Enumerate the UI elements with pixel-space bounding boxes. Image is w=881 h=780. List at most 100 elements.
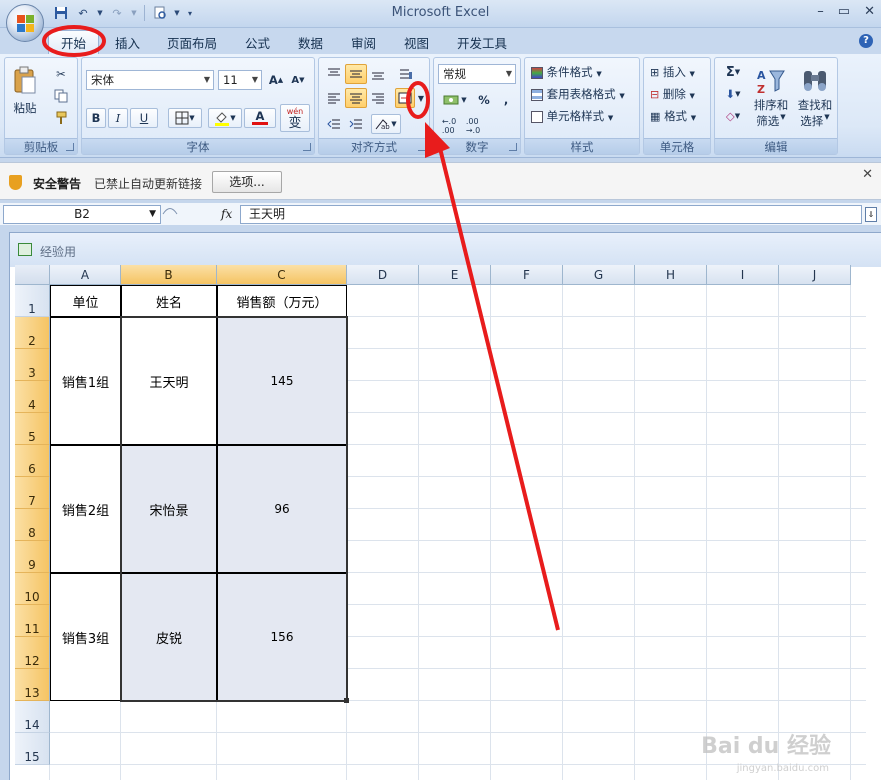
font-size-combo[interactable]: 11 ▼	[218, 70, 262, 90]
decrease-font-icon[interactable]: A ▼	[288, 70, 308, 90]
format-as-table-button[interactable]: 套用表格格式 ▼	[531, 86, 625, 102]
decrease-decimal-icon[interactable]: .00 →.0	[462, 116, 484, 136]
currency-button[interactable]: ▼	[438, 90, 472, 110]
name-box[interactable]: B2 ▼	[3, 205, 161, 224]
header-cell[interactable]: 姓名	[121, 285, 217, 317]
name-cell[interactable]: 宋怡景	[121, 445, 217, 573]
tab-data[interactable]: 数据	[298, 33, 323, 52]
office-button[interactable]	[6, 4, 44, 42]
row-header-15[interactable]: 15	[15, 733, 50, 765]
cut-icon[interactable]: ✂	[51, 64, 71, 84]
fill-color-button[interactable]: ▼	[208, 108, 242, 128]
font-name-combo[interactable]: 宋体 ▼	[86, 70, 214, 90]
unit-cell[interactable]: 销售3组	[50, 573, 121, 701]
sales-cell[interactable]: 96	[217, 445, 347, 573]
name-cell[interactable]: 皮锐	[121, 573, 217, 701]
comma-button[interactable]: ,	[496, 90, 516, 110]
borders-button[interactable]: ▼	[168, 108, 202, 128]
merge-dropdown-icon[interactable]: ▼	[415, 88, 427, 108]
cell-styles-button[interactable]: 单元格样式 ▼	[531, 108, 613, 124]
row-header-4[interactable]: 4	[15, 381, 50, 413]
align-middle-icon[interactable]	[345, 64, 367, 84]
fill-button[interactable]: ⬇ ▼	[719, 84, 747, 104]
row-header-8[interactable]: 8	[15, 509, 50, 541]
row-header-12[interactable]: 12	[15, 637, 50, 669]
paste-button[interactable]: 粘贴	[9, 62, 41, 120]
tab-developer[interactable]: 开发工具	[457, 33, 507, 52]
expand-formula-icon[interactable]: ⇓	[865, 207, 877, 222]
align-right-icon[interactable]	[367, 88, 389, 108]
conditional-format-button[interactable]: 条件格式 ▼	[531, 64, 602, 80]
row-header-14[interactable]: 14	[15, 701, 50, 733]
unit-cell[interactable]: 销售1组	[50, 317, 121, 445]
align-left-icon[interactable]	[323, 88, 345, 108]
alignment-launcher-icon[interactable]	[418, 143, 426, 151]
row-header-3[interactable]: 3	[15, 349, 50, 381]
column-header-e[interactable]: E	[419, 265, 491, 285]
align-bottom-icon[interactable]	[367, 64, 389, 84]
select-all-corner[interactable]	[15, 265, 50, 285]
row-header-10[interactable]: 10	[15, 573, 50, 605]
row-header-7[interactable]: 7	[15, 477, 50, 509]
column-header-f[interactable]: F	[491, 265, 563, 285]
name-cell[interactable]: 王天明	[121, 317, 217, 445]
increase-font-icon[interactable]: A ▲	[266, 70, 286, 90]
sort-filter-button[interactable]: AZ 排序和 筛选 ▼	[749, 62, 793, 134]
minimize-icon[interactable]: –	[817, 4, 824, 19]
align-center-icon[interactable]	[345, 88, 367, 108]
italic-button[interactable]: I	[108, 108, 128, 128]
formula-input[interactable]: 王天明	[240, 205, 862, 224]
clipboard-launcher-icon[interactable]	[66, 143, 74, 151]
tab-home[interactable]: 开始	[48, 30, 100, 56]
tab-view[interactable]: 视图	[404, 33, 429, 52]
help-icon[interactable]: ?	[859, 34, 873, 48]
column-header-d[interactable]: D	[347, 265, 419, 285]
row-header-1[interactable]: 1	[15, 285, 50, 317]
header-cell[interactable]: 单位	[50, 285, 121, 317]
bold-button[interactable]: B	[86, 108, 106, 128]
align-top-icon[interactable]	[323, 64, 345, 84]
underline-button[interactable]: U	[130, 108, 158, 128]
column-header-i[interactable]: I	[707, 265, 779, 285]
increase-decimal-icon[interactable]: ←.0.00	[438, 116, 460, 136]
column-header-b[interactable]: B	[121, 265, 217, 285]
column-header-j[interactable]: J	[779, 265, 851, 285]
font-color-button[interactable]: A	[244, 108, 276, 128]
column-header-c[interactable]: C	[217, 265, 347, 285]
close-icon[interactable]: ✕	[862, 167, 873, 182]
sales-cell[interactable]: 156	[217, 573, 347, 701]
row-header-13[interactable]: 13	[15, 669, 50, 701]
close-icon[interactable]: ✕	[864, 4, 875, 19]
number-launcher-icon[interactable]	[509, 143, 517, 151]
percent-button[interactable]: %	[474, 90, 494, 110]
unit-cell[interactable]: 销售2组	[50, 445, 121, 573]
column-header-g[interactable]: G	[563, 265, 635, 285]
row-header-9[interactable]: 9	[15, 541, 50, 573]
sales-cell[interactable]: 145	[217, 317, 347, 445]
clear-button[interactable]: ◇ ▼	[719, 106, 747, 126]
find-select-button[interactable]: 查找和 选择 ▼	[795, 62, 835, 134]
decrease-indent-icon[interactable]	[323, 114, 345, 134]
tab-formulas[interactable]: 公式	[245, 33, 270, 52]
row-header-6[interactable]: 6	[15, 445, 50, 477]
fill-handle[interactable]	[344, 698, 349, 703]
number-format-combo[interactable]: 常规 ▼	[438, 64, 516, 84]
options-button[interactable]: 选项...	[212, 171, 282, 193]
header-cell[interactable]: 销售额（万元）	[217, 285, 347, 317]
maximize-icon[interactable]: ▭	[838, 4, 850, 19]
column-header-h[interactable]: H	[635, 265, 707, 285]
insert-function-icon[interactable]: fx	[221, 207, 232, 221]
tab-page-layout[interactable]: 页面布局	[167, 33, 217, 52]
font-launcher-icon[interactable]	[303, 143, 311, 151]
wrap-text-button[interactable]: ab ▼	[371, 114, 401, 134]
format-cells-button[interactable]: ▦ 格式 ▼	[650, 108, 696, 124]
merge-center-button[interactable]	[395, 88, 415, 108]
phonetic-button[interactable]: wén 变	[280, 104, 310, 132]
delete-cells-button[interactable]: ⊟ 删除 ▼	[650, 86, 695, 102]
tab-review[interactable]: 审阅	[351, 33, 376, 52]
tab-insert[interactable]: 插入	[115, 33, 140, 52]
orientation-icon[interactable]	[395, 64, 417, 84]
row-header-2[interactable]: 2	[15, 317, 50, 349]
autosum-button[interactable]: Σ ▼	[719, 62, 747, 82]
row-header-5[interactable]: 5	[15, 413, 50, 445]
